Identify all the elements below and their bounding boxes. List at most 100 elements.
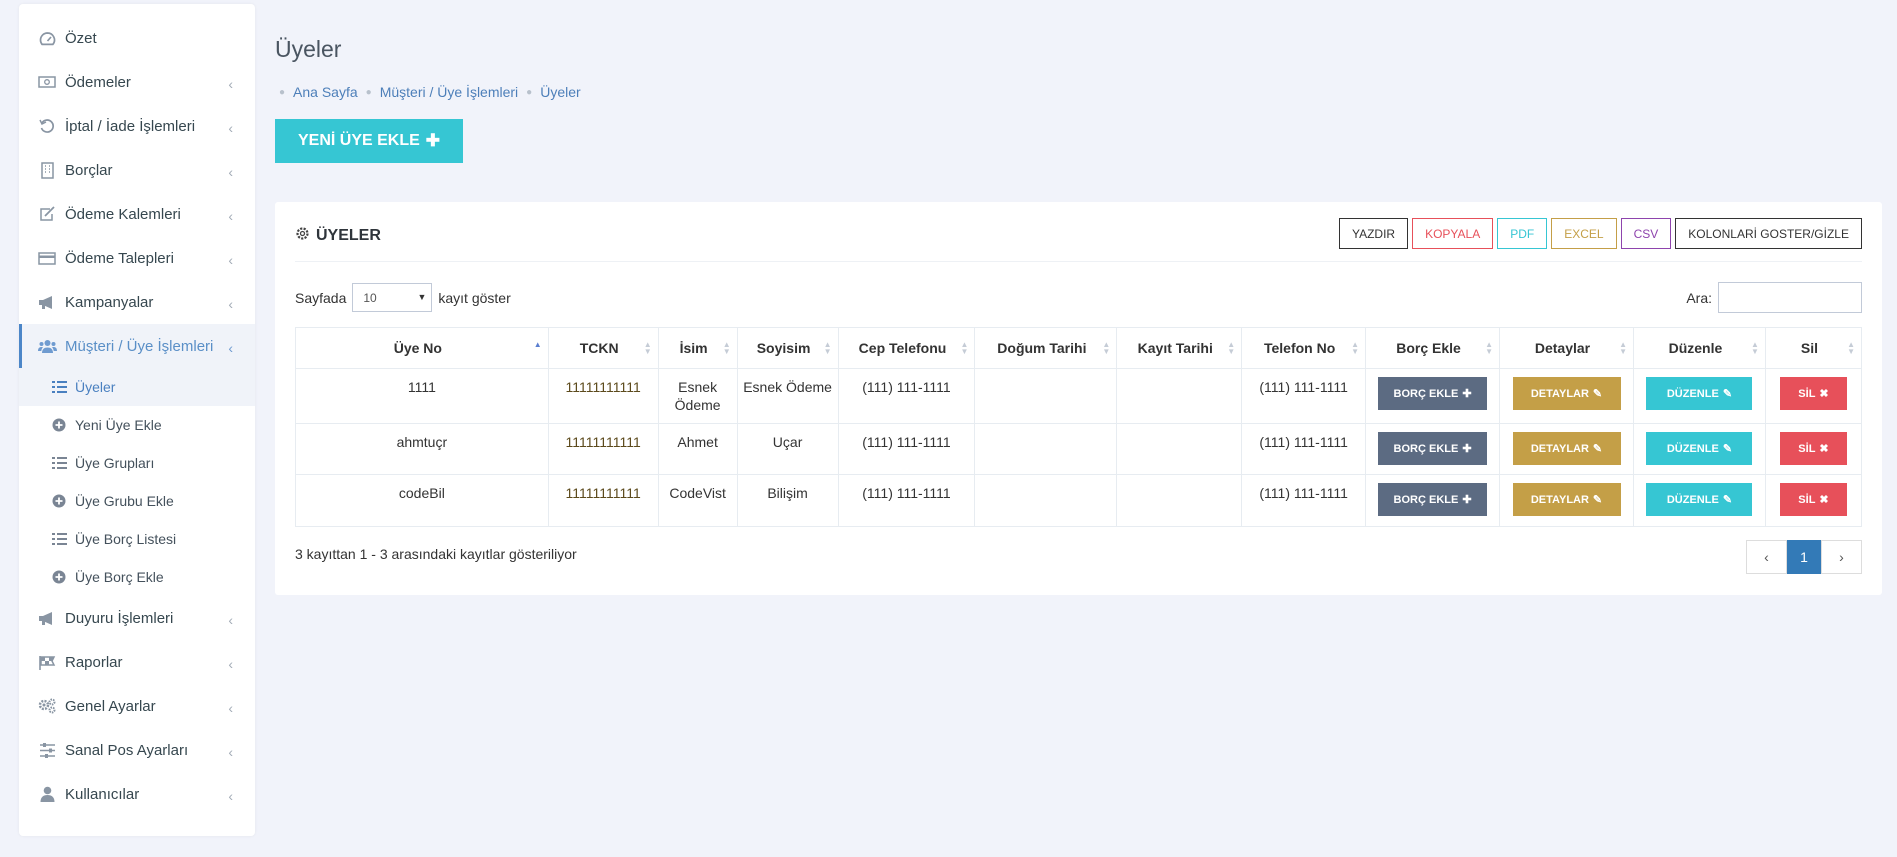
undo-icon: [37, 117, 57, 135]
sidebar-subitem-uye-gruplari[interactable]: Üye Grupları: [19, 444, 255, 482]
sidebar-item-label: Sanal Pos Ayarları: [65, 741, 189, 759]
sidebar-item-borclar[interactable]: Borçlar ‹: [19, 148, 255, 192]
details-button[interactable]: DETAYLAR ✎: [1512, 377, 1621, 410]
pdf-button[interactable]: PDF: [1497, 218, 1548, 249]
sidebar-subitem-uyeler[interactable]: Üyeler: [19, 368, 255, 406]
cell-tckn: 11111111111: [547, 368, 659, 424]
sidebar-item-raporlar[interactable]: Raporlar ‹: [19, 640, 255, 684]
chevron-left-icon: ‹: [228, 788, 233, 804]
sidebar-item-odeme-talepleri[interactable]: Ödeme Talepleri ‹: [19, 236, 255, 280]
breadcrumb-separator-icon: ●: [279, 86, 286, 98]
copy-button[interactable]: KOPYALA: [1412, 218, 1494, 249]
breadcrumb-link-musteri[interactable]: Müşteri / Üye İşlemleri: [380, 84, 518, 100]
column-visibility-button[interactable]: KOLONLARİ GOSTER/GİZLE: [1675, 218, 1862, 249]
sort-icon: ▲ ▼: [1485, 340, 1494, 356]
close-icon: ✖: [1819, 494, 1829, 506]
details-button[interactable]: DETAYLAR ✎: [1512, 432, 1621, 465]
sidebar-subitem-uye-borc-ekle[interactable]: Üye Borç Ekle: [19, 558, 255, 596]
pagination-page[interactable]: 1: [1787, 540, 1821, 574]
column-header-sil[interactable]: Sil ▲ ▼: [1764, 327, 1863, 369]
sort-icon: ▲ ▼: [1751, 340, 1759, 356]
sidebar-item-odeme-kalemleri[interactable]: Ödeme Kalemleri ‹: [19, 192, 255, 236]
column-header-telefon-no[interactable]: Telefon No ▲ ▼: [1241, 327, 1367, 369]
plus-circle-icon: [51, 494, 67, 508]
chevron-right-icon: ›: [1839, 549, 1844, 565]
edit-button[interactable]: DÜZENLE ✎: [1646, 432, 1753, 465]
print-button[interactable]: YAZDIR: [1338, 218, 1409, 249]
sidebar-item-genel-ayarlar[interactable]: Genel Ayarlar ‹: [19, 684, 255, 728]
column-header-kayit-tarihi[interactable]: Kayıt Tarihi ▲ ▼: [1116, 327, 1243, 369]
sort-icon: ▲ ▼: [823, 340, 832, 356]
excel-button[interactable]: EXCEL: [1551, 218, 1617, 249]
cell-tel: (111) 111-1111: [1241, 368, 1367, 424]
sidebar-item-kampanyalar[interactable]: Kampanyalar ‹: [19, 280, 255, 324]
column-header-cep-telefonu[interactable]: Cep Telefonu ▲ ▼: [837, 327, 976, 369]
sidebar-subitem-yeni-uye-ekle[interactable]: Yeni Üye Ekle: [19, 406, 255, 444]
sort-icon: ▲ ▼: [1847, 340, 1855, 356]
chevron-left-icon: ‹: [228, 208, 233, 224]
table-row: codeBil 11111111111 CodeVist Bilişim (11…: [295, 474, 1863, 527]
cell-detay: DETAYLAR ✎: [1499, 474, 1634, 527]
plus-icon: ✚: [425, 131, 441, 150]
edit-button[interactable]: DÜZENLE ✎: [1646, 483, 1753, 516]
pagination-prev[interactable]: ‹: [1746, 540, 1787, 574]
add-debt-button[interactable]: BORÇ EKLE ✚: [1378, 432, 1488, 465]
user-icon: [37, 785, 57, 803]
breadcrumb-link-uyeler[interactable]: Üyeler: [540, 84, 580, 100]
plus-icon: ✚: [1462, 494, 1472, 506]
breadcrumb-link-home[interactable]: Ana Sayfa: [293, 84, 358, 100]
sidebar-item-sanal-pos[interactable]: Sanal Pos Ayarları ‹: [19, 728, 255, 772]
edit-button[interactable]: DÜZENLE ✎: [1646, 377, 1753, 410]
delete-button[interactable]: SİL ✖: [1779, 432, 1847, 465]
csv-button[interactable]: CSV: [1620, 218, 1672, 249]
column-header-soyisim[interactable]: Soyisim ▲ ▼: [736, 327, 839, 369]
sidebar-item-kullanicilar[interactable]: Kullanıcılar ‹: [19, 772, 255, 816]
page-length-control: Sayfada 10 ▼ kayıt göster: [295, 283, 511, 312]
add-debt-button[interactable]: BORÇ EKLE ✚: [1378, 377, 1488, 410]
column-header-borc-ekle[interactable]: Borç Ekle ▲ ▼: [1365, 327, 1501, 369]
table-info: 3 kayıttan 1 - 3 arasındaki kayıtlar gös…: [295, 546, 577, 562]
details-label: DETAYLAR: [1530, 442, 1589, 455]
pagination: ‹ 1 ›: [1746, 540, 1862, 574]
sidebar-subitem-uye-borc-listesi[interactable]: Üye Borç Listesi: [19, 520, 255, 558]
column-header-detaylar[interactable]: Detaylar ▲ ▼: [1499, 327, 1634, 369]
cell-detay: DETAYLAR ✎: [1499, 423, 1634, 475]
column-header-label: Detaylar: [1534, 340, 1591, 356]
sidebar-item-label: Genel Ayarlar: [65, 697, 156, 715]
column-header-dogum-tarihi[interactable]: Doğum Tarihi ▲ ▼: [974, 327, 1118, 369]
column-header-duzenle[interactable]: Düzenle ▲ ▼: [1632, 327, 1766, 369]
sidebar-item-musteri-uye[interactable]: Müşteri / Üye İşlemleri ‹: [19, 324, 255, 368]
pagination-next[interactable]: ›: [1821, 540, 1862, 574]
column-header-isim[interactable]: İsim ▲ ▼: [657, 327, 738, 369]
table-search: Ara:: [1686, 282, 1862, 313]
sidebar-item-iptal-iade[interactable]: İptal / İade İşlemleri ‹: [19, 104, 255, 148]
page-length-select[interactable]: 10: [352, 283, 433, 312]
column-header-label: Soyisim: [756, 340, 811, 356]
cell-sil: SİL ✖: [1764, 368, 1863, 424]
cell-soyisim: Uçar: [736, 423, 839, 475]
add-debt-button[interactable]: BORÇ EKLE ✚: [1378, 483, 1488, 516]
delete-button[interactable]: SİL ✖: [1779, 377, 1847, 410]
column-header-tckn[interactable]: TCKN ▲ ▼: [547, 327, 659, 369]
sidebar-item-ozet[interactable]: Özet: [19, 16, 255, 60]
sidebar-item-label: Raporlar: [65, 653, 123, 671]
sidebar-subitem-uye-grubu-ekle[interactable]: Üye Grubu Ekle: [19, 482, 255, 520]
search-input[interactable]: [1718, 282, 1862, 313]
edit-icon: ✎: [1592, 388, 1603, 400]
cell-tckn: 11111111111: [547, 474, 659, 527]
edit-icon: ✎: [1592, 494, 1603, 506]
sidebar-item-odemeler[interactable]: Ödemeler ‹: [19, 60, 255, 104]
users-icon: [37, 337, 57, 355]
members-table: Üye No ▲ TCKN ▲ ▼ İsim ▲ ▼ Soyisim ▲ ▼ Cep Tele…: [295, 327, 1863, 527]
breadcrumb: ● Ana Sayfa ● Müşteri / Üye İşlemleri ● …: [279, 84, 589, 100]
cell-tckn: 11111111111: [547, 423, 659, 475]
add-debt-label: BORÇ EKLE: [1393, 442, 1459, 455]
new-member-button[interactable]: YENİ ÜYE EKLE ✚: [275, 119, 463, 163]
column-header-uye-no[interactable]: Üye No ▲: [295, 327, 549, 369]
delete-button[interactable]: SİL ✖: [1779, 483, 1847, 516]
details-button[interactable]: DETAYLAR ✎: [1512, 483, 1621, 516]
sidebar-item-duyuru[interactable]: Duyuru İşlemleri ‹: [19, 596, 255, 640]
table-header-row: Üye No ▲ TCKN ▲ ▼ İsim ▲ ▼ Soyisim ▲ ▼ Cep Tele…: [295, 327, 1863, 369]
cell-sil: SİL ✖: [1764, 423, 1863, 475]
plus-circle-icon: [51, 570, 67, 584]
